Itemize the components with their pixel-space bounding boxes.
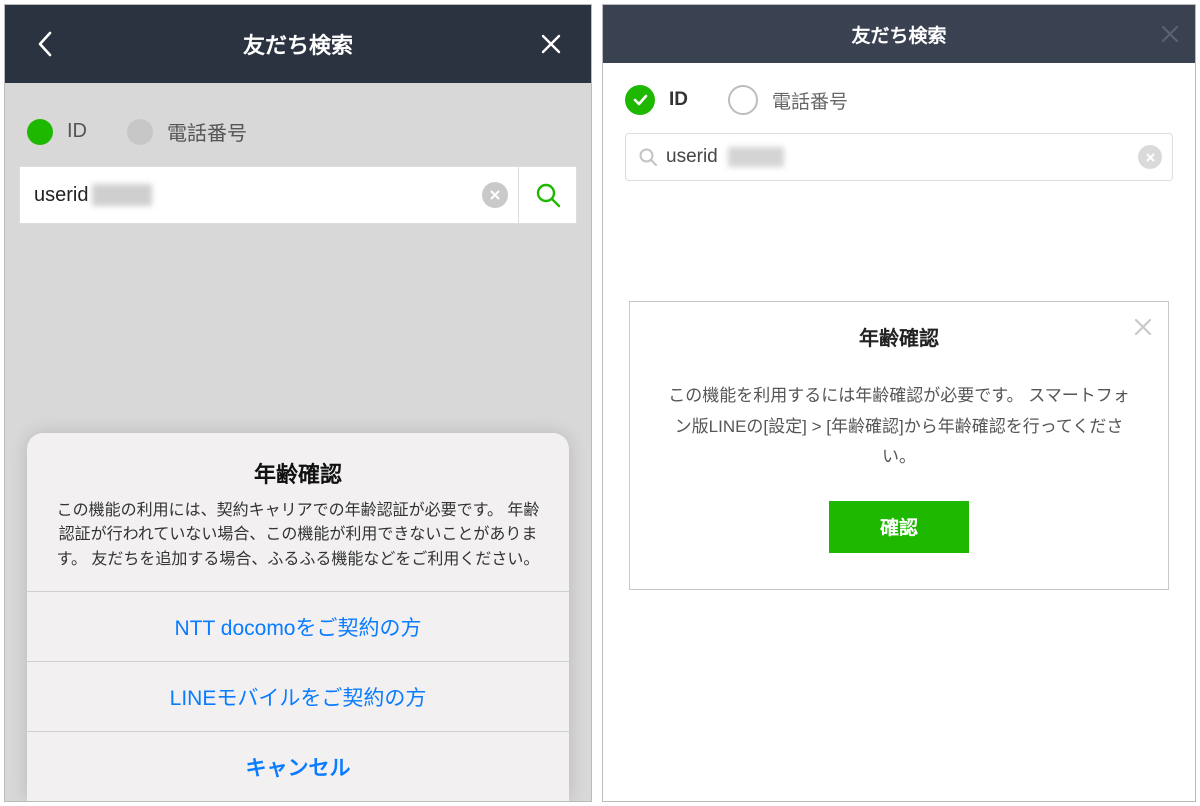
clear-input-button[interactable]	[1138, 145, 1162, 169]
search-input-value: userid	[34, 184, 88, 207]
search-type-radio-group: ID 電話番号	[19, 111, 577, 166]
dialog-message: この機能を利用するには年齢確認が必要です。 スマートフォン版LINEの[設定] …	[630, 377, 1168, 501]
redacted-text	[92, 184, 152, 206]
action-sheet-option-line-mobile[interactable]: LINEモバイルをご契約の方	[27, 661, 569, 731]
chevron-left-icon	[36, 30, 54, 58]
desktop-body: ID 電話番号 userid 年齢確認 この機能を利用するには年齢確認が必要です…	[603, 63, 1195, 590]
search-input[interactable]: userid	[625, 133, 1173, 181]
radio-id-label: ID	[67, 120, 87, 143]
radio-phone[interactable]	[127, 119, 153, 145]
close-icon	[1161, 25, 1179, 43]
action-sheet-header: 年齢確認 この機能の利用には、契約キャリアでの年齢認証が必要です。 年齢認証が行…	[27, 433, 569, 591]
back-button[interactable]	[31, 30, 59, 58]
mobile-screen: 友だち検索 ID 電話番号 userid 年齢確認 この機能の	[4, 4, 592, 802]
search-icon	[534, 181, 562, 209]
dialog-title: 年齢確認	[859, 328, 939, 350]
radio-phone[interactable]	[728, 85, 758, 115]
action-sheet-title: 年齢確認	[55, 457, 541, 489]
search-type-radio-group: ID 電話番号	[625, 85, 1173, 115]
desktop-header: 友だち検索	[603, 5, 1195, 63]
page-title: 友だち検索	[851, 21, 946, 48]
action-sheet-option-docomo[interactable]: NTT docomoをご契約の方	[27, 591, 569, 661]
mobile-body: ID 電話番号 userid	[5, 83, 591, 224]
action-sheet-cancel[interactable]: キャンセル	[27, 731, 569, 801]
close-button[interactable]	[1159, 23, 1181, 45]
radio-id[interactable]	[625, 85, 655, 115]
close-button[interactable]	[537, 30, 565, 58]
close-icon	[540, 33, 562, 55]
search-input[interactable]: userid	[19, 166, 519, 224]
check-icon	[631, 91, 649, 109]
confirm-button[interactable]: 確認	[829, 501, 969, 553]
action-sheet: 年齢確認 この機能の利用には、契約キャリアでの年齢認証が必要です。 年齢認証が行…	[27, 433, 569, 801]
mobile-header: 友だち検索	[5, 5, 591, 83]
radio-id[interactable]	[27, 119, 53, 145]
close-icon	[1134, 318, 1152, 336]
radio-phone-label: 電話番号	[167, 117, 247, 146]
search-button[interactable]	[519, 166, 577, 224]
radio-id-label: ID	[669, 89, 688, 111]
search-icon	[638, 147, 658, 167]
clear-input-button[interactable]	[482, 182, 508, 208]
page-title: 友だち検索	[243, 28, 353, 60]
search-input-value: userid	[666, 146, 718, 168]
dialog-header: 年齢確認	[630, 302, 1168, 377]
dialog-close-button[interactable]	[1132, 316, 1154, 338]
close-icon	[1145, 152, 1156, 163]
radio-phone-label: 電話番号	[772, 87, 848, 114]
desktop-screen: 友だち検索 ID 電話番号 userid 年齢確認	[602, 4, 1196, 802]
action-sheet-message: この機能の利用には、契約キャリアでの年齢認証が必要です。 年齢認証が行われていな…	[55, 499, 541, 573]
search-row: userid	[19, 166, 577, 224]
redacted-text	[728, 147, 784, 167]
close-icon	[489, 189, 501, 201]
age-verify-dialog: 年齢確認 この機能を利用するには年齢確認が必要です。 スマートフォン版LINEの…	[629, 301, 1169, 590]
